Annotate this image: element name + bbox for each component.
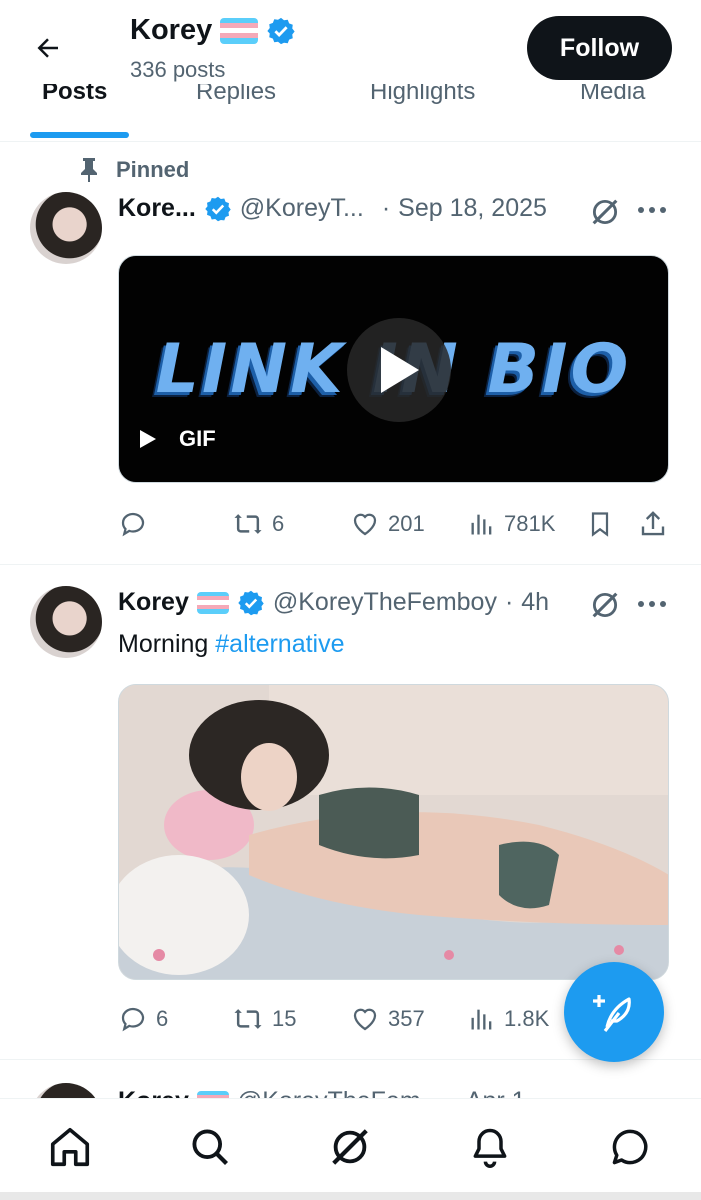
flag-emoji [196,591,229,614]
pinned-label-row: Pinned [78,157,189,183]
pin-icon [81,158,97,182]
separator-dot: · [504,588,514,616]
like-icon [353,1008,377,1031]
gif-media[interactable]: LINK IN BIO GIF [118,255,669,483]
photo-image [119,685,668,979]
grok-icon[interactable] [588,195,622,229]
play-icon [381,347,419,393]
reply-button[interactable] [118,509,156,539]
repost-icon [234,514,262,534]
active-tab-indicator [30,132,129,138]
post-date[interactable]: Sep 18, 2025 [398,194,547,223]
more-icon[interactable] [637,205,667,215]
views-count: 781K [504,511,556,536]
notifications-icon [473,1128,507,1168]
home-indicator-bar [0,1192,701,1200]
like-icon [353,513,377,536]
hashtag-link[interactable]: #alternative [215,630,344,658]
nav-messages[interactable] [606,1123,654,1171]
share-button[interactable] [638,509,668,539]
home-icon [50,1127,90,1167]
repost-icon [234,1009,262,1029]
search-icon [192,1129,228,1165]
reply-button[interactable]: 6 [118,1004,168,1034]
repost-count: 15 [272,1006,297,1031]
share-icon [641,511,665,536]
reply-count: 6 [156,1006,169,1031]
messages-icon [612,1129,648,1165]
author-name[interactable]: Kore... [118,194,196,223]
play-icon [140,430,156,448]
views-icon [471,1009,492,1030]
grok-icon[interactable] [588,588,622,622]
views-count: 1.8K [504,1006,550,1031]
compose-icon [593,995,631,1032]
like-button[interactable]: 357 [350,1004,425,1034]
compose-button[interactable] [564,962,664,1062]
more-icon[interactable] [637,599,667,609]
like-button[interactable]: 201 [350,509,425,539]
grok-icon [332,1129,368,1165]
tab-replies[interactable]: Replies [196,84,276,106]
profile-header: Korey 336 posts Follow Posts Replies Hig… [0,0,701,142]
arrow-left-icon [37,38,58,58]
nav-home[interactable] [46,1123,94,1171]
nav-grok[interactable] [326,1123,374,1171]
avatar[interactable] [30,192,102,264]
author-name[interactable]: Korey [118,588,189,617]
post-count: 336 posts [130,57,226,82]
back-button[interactable] [28,28,68,68]
bottom-navigation [0,1098,701,1200]
nav-search[interactable] [186,1123,234,1171]
post-actions: 6 201 781K [118,509,669,549]
verified-badge-icon [237,589,265,617]
verified-badge-icon [204,195,232,223]
separator-dot: · [381,194,391,222]
bookmark-icon [591,512,609,537]
views-icon [471,514,492,535]
tab-highlights[interactable]: Highlights [370,84,475,106]
post-partial[interactable]: Korey @KoreyTheFem... · Apr 1 [0,1061,701,1101]
reply-icon [121,1007,145,1032]
flag-emoji [220,17,259,44]
repost-button[interactable]: 15 [232,1004,296,1034]
pinned-label: Pinned [116,157,190,182]
gif-label: GIF [179,426,216,451]
gif-badge: GIF [139,426,216,452]
post-pinned[interactable]: Pinned Kore... @KoreyT... · Sep 18, 2025… [0,143,701,565]
play-button[interactable] [347,318,451,422]
profile-name: Korey [130,14,213,46]
like-count: 201 [388,511,425,536]
avatar[interactable] [30,586,102,658]
views-button[interactable]: 1.8K [468,1004,549,1034]
tab-posts[interactable]: Posts [42,84,107,106]
views-button[interactable]: 781K [468,509,555,539]
post-body: Morning [118,630,216,658]
repost-button[interactable]: 6 [232,509,284,539]
author-handle[interactable]: @KoreyT... [240,194,364,223]
author-handle[interactable]: @KoreyTheFemboy [273,588,497,617]
like-count: 357 [388,1006,425,1031]
follow-button[interactable]: Follow [527,16,672,80]
post-date[interactable]: 4h [521,588,549,617]
reply-icon [121,512,145,537]
bookmark-button[interactable] [586,509,614,539]
tab-media[interactable]: Media [580,84,645,106]
nav-notifications[interactable] [466,1123,514,1171]
post-text: Morning #alternative [118,630,345,659]
repost-count: 6 [272,511,285,536]
verified-badge-icon [266,16,296,46]
photo-media[interactable] [118,684,669,980]
